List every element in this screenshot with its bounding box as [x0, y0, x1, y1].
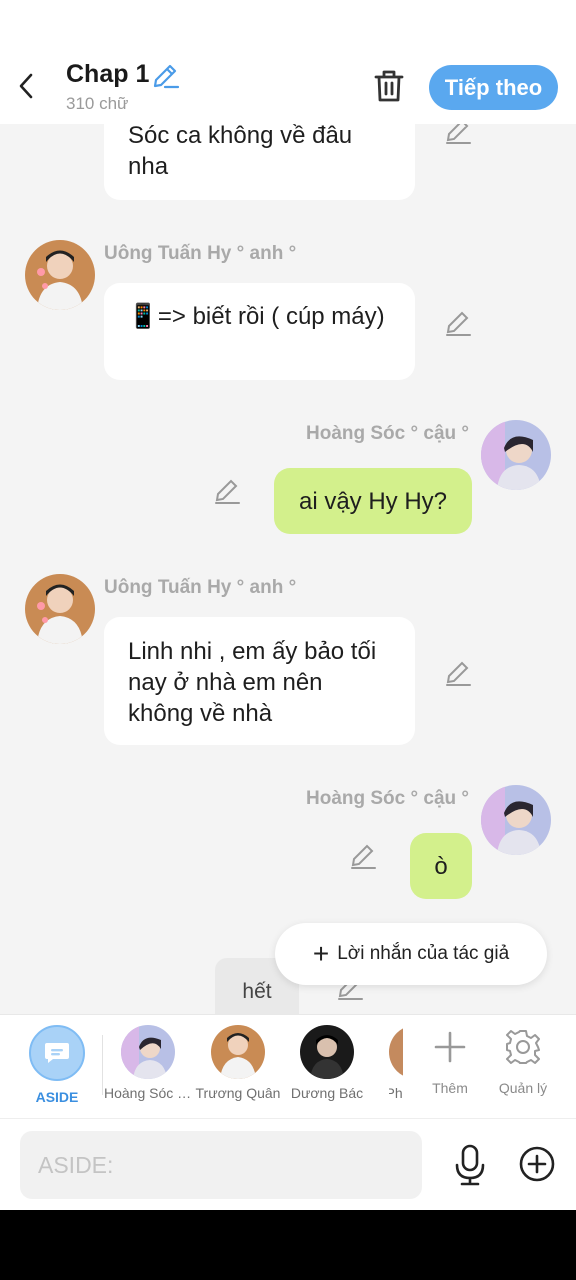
aside-avatar: [29, 1025, 85, 1081]
sender-name: Uông Tuấn Hy ° anh °: [104, 243, 297, 264]
character-pho[interactable]: Phó: [389, 1025, 403, 1101]
character-truong-quan[interactable]: Trương Quân: [196, 1025, 282, 1101]
character-label: Dương Bác: [290, 1085, 364, 1101]
message-text: hết: [242, 980, 272, 1003]
message-text: Sóc ca không về đâu nha: [128, 124, 353, 180]
gear-icon: [506, 1030, 540, 1064]
message-input[interactable]: [20, 1131, 422, 1199]
edit-message-icon[interactable]: [443, 658, 473, 688]
back-arrow-icon: [19, 73, 33, 99]
message-bubble[interactable]: Sóc ca không về đâu nha: [104, 124, 415, 200]
character-avatar: [121, 1025, 175, 1079]
author-note-label: Lời nhắn của tác giả: [337, 943, 510, 964]
add-label: Thêm: [432, 1080, 468, 1096]
delete-button[interactable]: [370, 66, 408, 106]
sender-name: Hoàng Sóc ° cậu °: [306, 788, 470, 809]
message-text: ò: [434, 852, 448, 880]
character-label: Trương Quân: [195, 1085, 281, 1101]
edit-message-icon[interactable]: [348, 841, 378, 871]
system-nav-bar: [0, 1210, 576, 1280]
edit-title-icon[interactable]: [150, 61, 180, 91]
character-hoang-soc[interactable]: Hoàng Sóc ° cậu °: [104, 1025, 192, 1101]
manage-label: Quản lý: [498, 1080, 548, 1096]
microphone-icon: [455, 1144, 485, 1186]
add-character-button[interactable]: Thêm: [426, 1027, 474, 1096]
avatar-uong-tuan-hy[interactable]: [25, 240, 95, 310]
edit-message-icon[interactable]: [443, 124, 473, 146]
plus-circle-icon: [519, 1146, 555, 1182]
character-label: Phó: [389, 1085, 403, 1101]
message-bubble[interactable]: 📱=> biết rồi ( cúp máy): [104, 283, 415, 380]
message-text: 📱=> biết rồi ( cúp máy): [128, 303, 385, 330]
character-avatar: [389, 1025, 403, 1079]
avatar-hoang-soc[interactable]: [481, 785, 551, 855]
plus-icon: +: [312, 938, 330, 969]
chat-bubble-icon: [45, 1043, 69, 1063]
message-bubble[interactable]: ò: [410, 833, 472, 899]
word-count: 310 chữ: [66, 94, 129, 113]
message-text: ai vậy Hy Hy?: [298, 487, 448, 515]
avatar-hoang-soc[interactable]: [481, 420, 551, 490]
add-attachment-button[interactable]: [517, 1144, 557, 1184]
divider: [102, 1035, 103, 1095]
trash-icon: [374, 70, 404, 102]
character-duong-bac[interactable]: Dương Bác: [291, 1025, 371, 1101]
avatar-uong-tuan-hy[interactable]: [25, 574, 95, 644]
next-button[interactable]: Tiếp theo: [429, 65, 558, 110]
chapter-title: Chap 1: [66, 60, 150, 88]
edit-message-icon[interactable]: [212, 476, 242, 506]
sender-name: Hoàng Sóc ° cậu °: [306, 423, 470, 444]
sender-name: Uông Tuấn Hy ° anh °: [104, 577, 297, 598]
status-area: [0, 0, 576, 48]
edit-message-icon[interactable]: [443, 308, 473, 338]
plus-icon: [434, 1031, 466, 1063]
character-aside[interactable]: ASIDE: [29, 1025, 85, 1105]
top-bar: Chap 1 310 chữ Tiếp theo: [0, 48, 576, 124]
message-bubble[interactable]: Linh nhi , em ấy bảo tối nay ở nhà em nê…: [104, 617, 415, 745]
aside-label: ASIDE: [35, 1089, 79, 1105]
manage-button[interactable]: Quản lý: [498, 1027, 548, 1096]
character-avatar: [300, 1025, 354, 1079]
author-note-button[interactable]: + Lời nhắn của tác giả: [275, 923, 547, 985]
composer-bar: [0, 1118, 576, 1210]
message-bubble[interactable]: ai vậy Hy Hy?: [274, 468, 472, 534]
message-text: Linh nhi , em ấy bảo tối nay ở nhà em nê…: [128, 638, 377, 727]
chat-area[interactable]: Sóc ca không về đâu nha Uông Tuấn Hy ° a…: [0, 124, 576, 1014]
character-label: Hoàng Sóc ° cậu °: [104, 1085, 192, 1101]
character-avatar: [211, 1025, 265, 1079]
character-bar: ASIDE Hoàng Sóc ° cậu ° Trương Quân Dươn…: [0, 1014, 576, 1118]
voice-button[interactable]: [450, 1143, 490, 1187]
back-button[interactable]: [12, 68, 40, 104]
